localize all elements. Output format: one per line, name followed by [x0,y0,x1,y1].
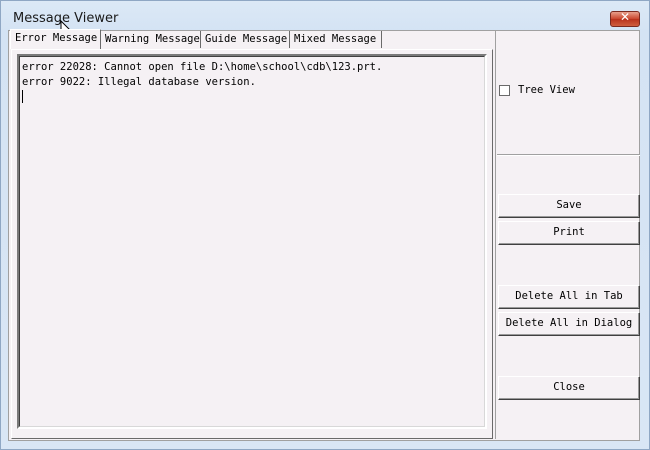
close-button[interactable]: Close [498,376,640,400]
delete-all-in-dialog-button[interactable]: Delete All in Dialog [498,312,640,336]
tab-error-message[interactable]: Error Message [10,29,101,49]
save-button[interactable]: Save [498,194,640,218]
tab-label: Guide Message [205,33,288,45]
title-bar[interactable]: Message Viewer ✕ [1,1,649,31]
tab-warning-message[interactable]: Warning Message [101,31,201,48]
tab-mixed-message[interactable]: Mixed Message [290,31,382,48]
tab-label: Warning Message [105,33,200,45]
close-icon: ✕ [619,10,631,24]
print-button[interactable]: Print [498,221,640,245]
tab-guide-message[interactable]: Guide Message [201,31,290,48]
side-panel-divider [497,154,640,156]
message-line: error 22028: Cannot open file D:\home\sc… [22,61,383,73]
tab-label: Error Message [15,32,98,44]
text-area-inner: error 22028: Cannot open file D:\home\sc… [19,56,485,427]
message-text-area[interactable]: error 22028: Cannot open file D:\home\sc… [17,54,487,429]
tab-label: Mixed Message [294,33,377,45]
tree-view-label[interactable]: Tree View [518,84,575,96]
delete-all-in-tab-button[interactable]: Delete All in Tab [498,285,640,309]
message-line: error 9022: Illegal database version. [22,76,256,88]
tree-view-checkbox[interactable] [499,85,510,96]
text-caret [22,90,23,103]
window-close-button[interactable]: ✕ [610,10,640,27]
